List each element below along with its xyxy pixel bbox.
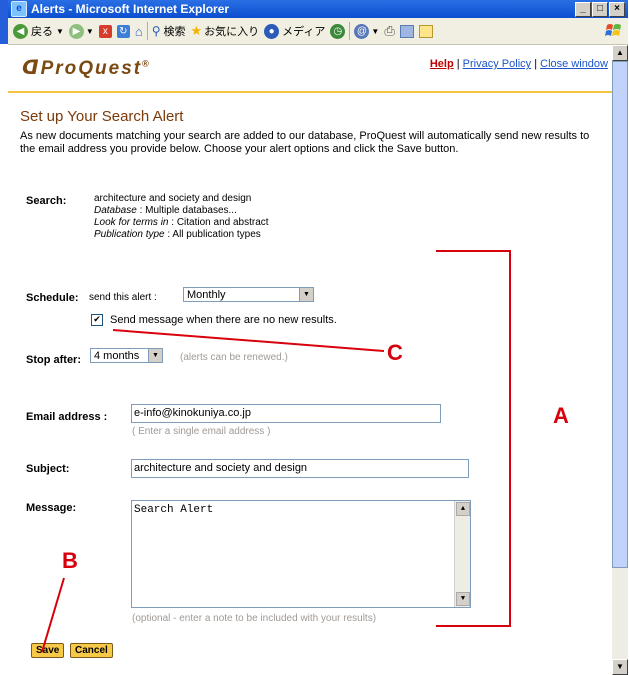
link-separator: |: [456, 58, 460, 70]
scrollbar-thumb[interactable]: [612, 61, 628, 568]
chevron-down-icon: ▼: [148, 349, 162, 362]
save-button[interactable]: Save: [31, 643, 65, 658]
note-icon: [418, 24, 433, 38]
annotation-c: C: [387, 340, 403, 365]
favorites-button[interactable]: ★ お気に入り: [191, 23, 260, 39]
privacy-policy-link[interactable]: Privacy Policy: [463, 58, 531, 70]
left-window-edge: [0, 0, 8, 44]
annotation-a: A: [553, 403, 569, 428]
scroll-down-icon[interactable]: ▼: [612, 659, 628, 675]
site-header: ᗡProQuest® Help | Privacy Policy | Close…: [8, 45, 612, 93]
search-label: Search:: [26, 195, 67, 207]
proquest-logo: ᗡProQuest®: [22, 57, 151, 79]
schedule-label: Schedule:: [26, 292, 79, 304]
favorites-label: お気に入り: [204, 26, 260, 38]
history-button[interactable]: ◷: [330, 23, 346, 39]
message-hint: (optional - enter a note to be included …: [132, 613, 377, 624]
page-scrollbar[interactable]: ▲ ▼: [612, 45, 628, 675]
refresh-icon: ↻: [116, 24, 130, 38]
chevron-down-icon: ▼: [56, 26, 64, 36]
media-button[interactable]: ● メディア: [264, 23, 325, 39]
cancel-button[interactable]: Cancel: [70, 643, 113, 658]
media-label: メディア: [282, 26, 326, 38]
close-button[interactable]: ×: [609, 2, 625, 17]
home-icon: ⌂: [134, 23, 143, 39]
annotation-bracket-a: [436, 250, 511, 627]
star-icon: ★: [190, 23, 203, 38]
stop-after-value: 4 months: [94, 350, 140, 362]
schedule-prompt: send this alert :: [89, 292, 157, 303]
edit-button[interactable]: [399, 24, 414, 38]
media-icon: ●: [264, 23, 280, 39]
print-button[interactable]: ⎙: [384, 23, 394, 39]
window-title: Alerts - Microsoft Internet Explorer: [31, 2, 230, 16]
toolbar-separator: [146, 22, 148, 40]
message-label: Message:: [26, 502, 77, 514]
renew-note: (alerts can be renewed.): [180, 352, 288, 363]
forward-arrow-icon: ▶: [68, 23, 84, 39]
edit-icon: [399, 24, 414, 38]
scroll-up-icon[interactable]: ▲: [612, 45, 628, 61]
search-button[interactable]: ⚲ 検索: [152, 23, 186, 39]
annotation-b: B: [62, 548, 78, 573]
close-window-link[interactable]: Close window: [540, 58, 608, 70]
page-title: Set up Your Search Alert: [20, 108, 184, 125]
title-bar: e Alerts - Microsoft Internet Explorer _…: [8, 0, 628, 18]
subject-field[interactable]: architecture and society and design: [131, 459, 469, 478]
stop-after-select[interactable]: 4 months ▼: [90, 348, 163, 363]
help-link[interactable]: Help: [430, 58, 454, 70]
subject-label: Subject:: [26, 463, 70, 475]
toolbar-separator: [349, 22, 351, 40]
browser-toolbar: ◀ 戻る ▼ ▶ ▼ x ↻ ⌂ ⚲ 検索 ★ お気に入り ● メディア ◷ @…: [8, 18, 628, 45]
forward-button[interactable]: ▶ ▼: [68, 23, 94, 39]
search-details: architecture and society and design Data…: [94, 193, 269, 241]
email-field[interactable]: e-info@kinokuniya.co.jp: [131, 404, 441, 423]
browser-window: e Alerts - Microsoft Internet Explorer _…: [8, 0, 628, 675]
email-hint: ( Enter a single email address ): [132, 426, 271, 437]
chevron-down-icon: ▼: [371, 26, 380, 36]
message-textarea[interactable]: Search Alert ▲ ▼: [131, 500, 471, 608]
page-content: ᗡProQuest® Help | Privacy Policy | Close…: [8, 45, 612, 675]
mail-button[interactable]: @ ▼: [354, 23, 380, 39]
windows-logo-icon: [605, 24, 621, 36]
stop-icon: x: [98, 24, 112, 38]
top-links: Help | Privacy Policy | Close window: [430, 58, 608, 70]
search-label: 検索: [163, 26, 186, 38]
stop-button[interactable]: x: [98, 24, 112, 38]
search-database: Database : Multiple databases...: [94, 205, 237, 216]
minimize-button[interactable]: _: [575, 2, 591, 17]
chevron-down-icon: ▼: [299, 288, 313, 301]
stop-after-label: Stop after:: [26, 354, 81, 366]
search-fields: Look for terms in : Citation and abstrac…: [94, 217, 269, 228]
no-results-checkbox[interactable]: ✔: [91, 314, 103, 326]
schedule-select[interactable]: Monthly ▼: [183, 287, 314, 302]
mail-icon: @: [354, 23, 370, 39]
history-icon: ◷: [330, 23, 346, 39]
intro-text: As new documents matching your search ar…: [20, 130, 590, 155]
maximize-button[interactable]: □: [592, 2, 608, 17]
back-label: 戻る: [31, 26, 53, 38]
search-query: architecture and society and design: [94, 193, 252, 204]
home-button[interactable]: ⌂: [135, 24, 143, 39]
refresh-button[interactable]: ↻: [116, 24, 130, 38]
window-buttons: _ □ ×: [574, 2, 625, 17]
chevron-down-icon: ▼: [85, 26, 94, 36]
back-arrow-icon: ◀: [13, 23, 28, 39]
print-icon: ⎙: [384, 23, 395, 38]
schedule-value: Monthly: [187, 289, 226, 301]
no-results-label: Send message when there are no new resul…: [110, 314, 337, 326]
ie-icon: e: [11, 1, 27, 17]
back-button[interactable]: ◀ 戻る ▼: [13, 23, 64, 39]
email-label: Email address :: [26, 411, 108, 423]
message-value: Search Alert: [134, 504, 214, 516]
messenger-button[interactable]: [418, 24, 433, 38]
search-pubtype: Publication type : All publication types: [94, 229, 261, 240]
search-icon: ⚲: [151, 24, 161, 38]
link-separator: |: [534, 58, 538, 70]
